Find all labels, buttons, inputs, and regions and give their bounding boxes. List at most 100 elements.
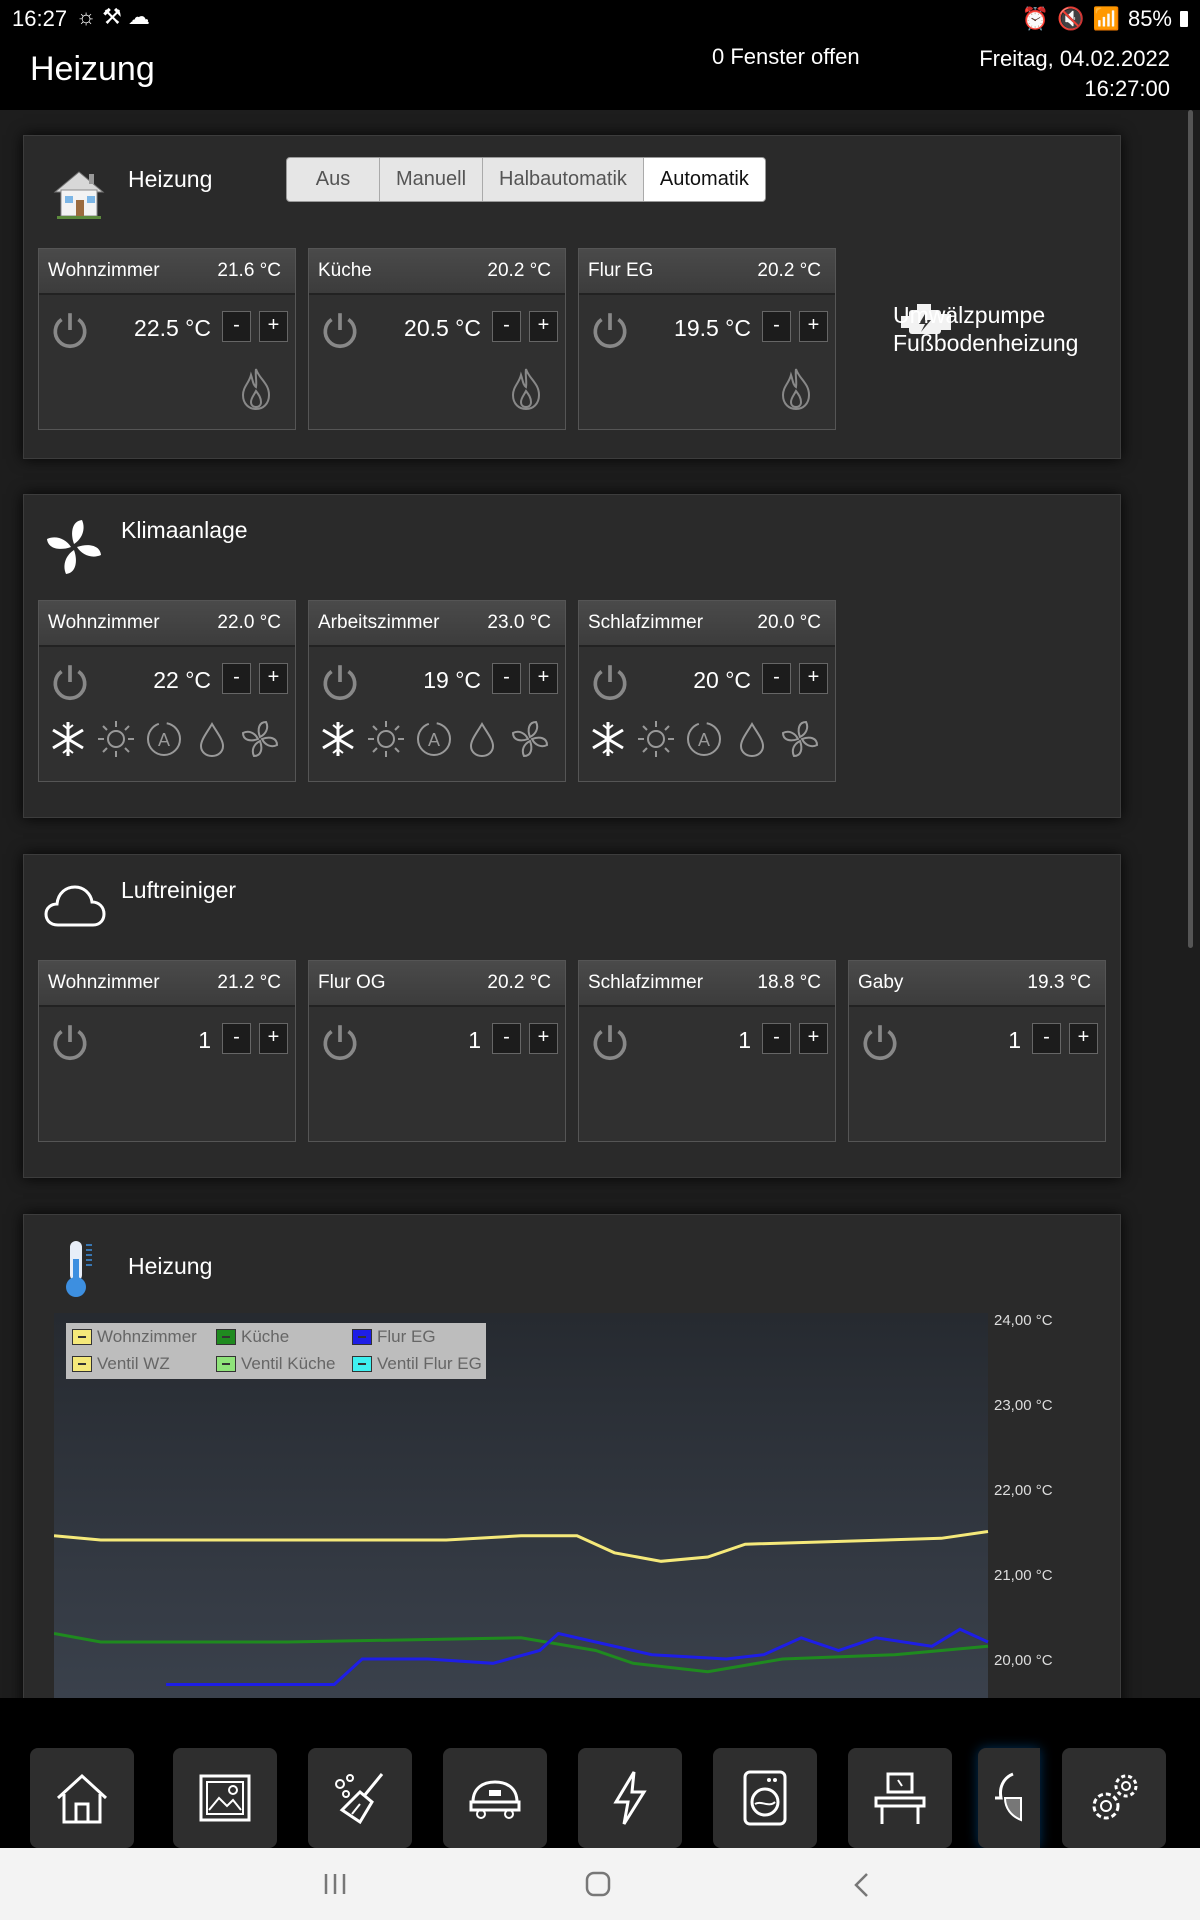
main-content: Heizung Aus Manuell Halbautomatik Automa… [0, 110, 1200, 1698]
app-header: Heizung 0 Fenster offen Freitag, 04.02.2… [0, 36, 1200, 110]
snowflake-icon[interactable] [48, 719, 88, 759]
decrease-button[interactable]: - [492, 663, 521, 694]
power-icon[interactable] [49, 661, 91, 703]
y-tick-label: 21,00 °C [994, 1567, 1053, 1584]
legend-item[interactable]: Ventil WZ [72, 1354, 170, 1374]
room-temp: 20.2 °C [487, 972, 551, 993]
setpoint-value: 20.5 °C [404, 315, 481, 341]
snowflake-icon[interactable] [318, 719, 358, 759]
dock-home-button[interactable] [30, 1748, 134, 1848]
increase-button[interactable]: + [529, 1023, 558, 1054]
legend-item[interactable]: Wohnzimmer [72, 1327, 197, 1347]
battery-icon [1180, 11, 1188, 27]
increase-button[interactable]: + [799, 663, 828, 694]
decrease-button[interactable]: - [1032, 1023, 1061, 1054]
mode-automatik[interactable]: Automatik [643, 158, 765, 201]
fan-mode-icon[interactable] [780, 719, 820, 759]
increase-button[interactable]: + [529, 663, 558, 694]
mode-aus[interactable]: Aus [287, 158, 380, 201]
fan-mode-icon[interactable] [510, 719, 550, 759]
power-icon[interactable] [589, 309, 631, 351]
decrease-button[interactable]: - [762, 311, 791, 342]
status-bar: 16:27 ☼ ⚒ ☁ ⏰ 🔇 📶 85% [0, 0, 1200, 36]
drop-icon[interactable] [462, 719, 502, 759]
power-icon[interactable] [589, 1021, 631, 1063]
brightness-icon: ☼ [76, 4, 97, 29]
auto-mode-icon[interactable]: A [684, 719, 724, 759]
mode-halbautomatik[interactable]: Halbautomatik [483, 158, 644, 201]
decrease-button[interactable]: - [222, 663, 251, 694]
increase-button[interactable]: + [1069, 1023, 1098, 1054]
mode-manuell[interactable]: Manuell [380, 158, 484, 201]
heating-panel: Heizung Aus Manuell Halbautomatik Automa… [23, 135, 1121, 459]
cloud-icon: ☁ [127, 4, 150, 29]
fan-mode-icon[interactable] [240, 719, 280, 759]
room-temp: 21.6 °C [217, 260, 281, 281]
legend-item[interactable]: Ventil Küche [216, 1354, 336, 1374]
power-icon[interactable] [589, 661, 631, 703]
decrease-button[interactable]: - [762, 1023, 791, 1054]
power-icon[interactable] [319, 309, 361, 351]
sun-icon[interactable] [636, 719, 676, 759]
room-name: Schlafzimmer [588, 612, 704, 633]
dock-lighting-button[interactable] [978, 1748, 1040, 1848]
drop-icon[interactable] [732, 719, 772, 759]
status-right: ⏰ 🔇 📶 85% [1022, 6, 1188, 32]
dock-office-button[interactable] [848, 1748, 952, 1848]
dock-vacuum-button[interactable] [443, 1748, 547, 1848]
home-nav-icon[interactable] [584, 1870, 612, 1898]
increase-button[interactable]: + [799, 1023, 828, 1054]
power-icon[interactable] [859, 1021, 901, 1063]
dock-cleaning-button[interactable] [308, 1748, 412, 1848]
sun-icon[interactable] [366, 719, 406, 759]
dock-settings-button[interactable] [1062, 1748, 1166, 1848]
ac-title: Klimaanlage [121, 517, 248, 543]
decrease-button[interactable]: - [222, 311, 251, 342]
power-icon[interactable] [319, 1021, 361, 1063]
increase-button[interactable]: + [529, 311, 558, 342]
desk-icon [874, 1772, 926, 1824]
scrollbar[interactable] [1188, 110, 1193, 948]
ac-card-arbeitszimmer: Arbeitszimmer 23.0 °C 19 °C - + A [308, 600, 566, 782]
increase-button[interactable]: + [259, 1023, 288, 1054]
ac-mode-icons: A [588, 719, 820, 759]
power-icon[interactable] [49, 309, 91, 351]
room-temp: 20.0 °C [757, 612, 821, 633]
dock-laundry-button[interactable] [713, 1748, 817, 1848]
increase-button[interactable]: + [799, 311, 828, 342]
alarm-icon: ⏰ [1021, 6, 1050, 31]
sun-icon[interactable] [96, 719, 136, 759]
legend-item[interactable]: Küche [216, 1327, 289, 1347]
auto-mode-icon[interactable]: A [144, 719, 184, 759]
heating-card-wohnzimmer: Wohnzimmer 21.6 °C 22.5 °C - + [38, 248, 296, 430]
legend-item[interactable]: Ventil Flur EG [352, 1354, 482, 1374]
decrease-button[interactable]: - [492, 311, 521, 342]
dock-energy-button[interactable] [578, 1748, 682, 1848]
back-icon[interactable] [852, 1872, 872, 1898]
snowflake-icon[interactable] [588, 719, 628, 759]
drop-icon[interactable] [192, 719, 232, 759]
level-value: 1 [1008, 1027, 1021, 1053]
power-icon[interactable] [49, 1021, 91, 1063]
bottom-dock [0, 1698, 1200, 1848]
legend-label: Ventil WZ [97, 1354, 170, 1373]
dock-images-button[interactable] [173, 1748, 277, 1848]
room-temp: 20.2 °C [487, 260, 551, 281]
legend-item[interactable]: Flur EG [352, 1327, 436, 1347]
power-icon[interactable] [319, 661, 361, 703]
mute-icon: 🔇 [1057, 6, 1085, 31]
decrease-button[interactable]: - [492, 1023, 521, 1054]
battery-level: 85% [1127, 6, 1172, 31]
auto-mode-icon[interactable]: A [414, 719, 454, 759]
heating-card-kueche: Küche 20.2 °C 20.5 °C - + [308, 248, 566, 430]
purifier-card-flur-og: Flur OG 20.2 °C 1 - + [308, 960, 566, 1142]
heating-card-flur-eg: Flur EG 20.2 °C 19.5 °C - + [578, 248, 836, 430]
decrease-button[interactable]: - [762, 663, 791, 694]
increase-button[interactable]: + [259, 663, 288, 694]
decrease-button[interactable]: - [222, 1023, 251, 1054]
recent-apps-icon[interactable] [322, 1872, 348, 1896]
air-purifier-panel: Luftreiniger Wohnzimmer 21.2 °C 1 - + Flu… [23, 854, 1121, 1178]
windows-open-status: 0 Fenster offen [712, 44, 860, 69]
level-value: 1 [198, 1027, 211, 1053]
increase-button[interactable]: + [259, 311, 288, 342]
